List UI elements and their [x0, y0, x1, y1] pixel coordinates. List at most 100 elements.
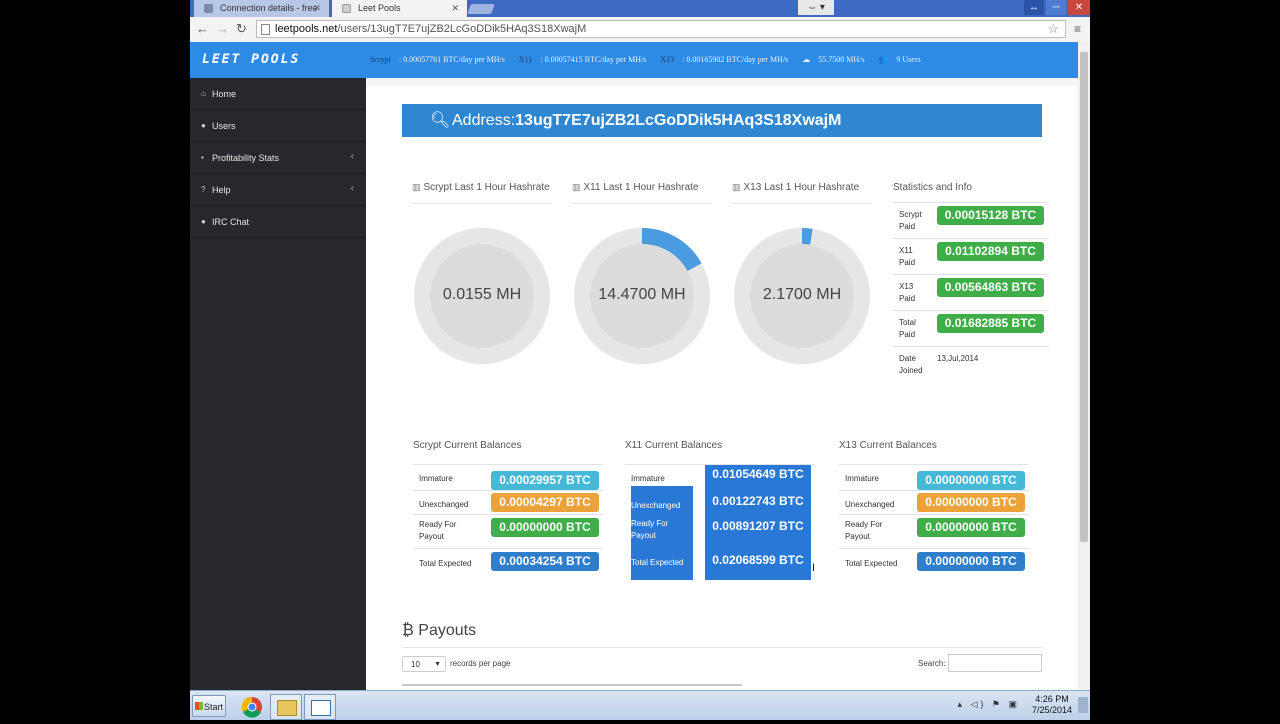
balance-label: Immature	[419, 474, 453, 483]
close-tab-icon[interactable]: ✕	[451, 0, 459, 17]
text-cursor-icon: I	[812, 562, 816, 574]
stat-row-x11-paid: X11 Paid 0.01102894 BTC	[893, 238, 1049, 275]
records-per-page-label: records per page	[450, 659, 511, 668]
balance-row-total-expected: Total Expected 0.02068599 BTC	[625, 548, 815, 574]
bookmark-star-icon[interactable]: ☆	[1047, 21, 1059, 37]
window-app-taskbar-icon[interactable]	[304, 694, 336, 720]
page-scrollbar[interactable]	[1078, 42, 1090, 690]
balance-row-unexchanged: Unexchanged 0.00000000 BTC	[839, 490, 1029, 515]
browser-tab-connection-details[interactable]: Connection details - free ✕	[194, 0, 329, 17]
balance-row-immature: Immature 0.01054649 BTC	[625, 464, 815, 491]
stat-value-badge: 0.00015128 BTC	[937, 206, 1044, 225]
close-window-icon[interactable]: ✕	[1068, 0, 1090, 15]
sidebar-item-help[interactable]: ? Help ‹	[190, 174, 366, 206]
balance-label: Unexchanged	[631, 501, 681, 510]
restore-window-icon[interactable]: ↔	[1024, 0, 1044, 15]
balance-row-unexchanged: Unexchanged 0.00004297 BTC	[413, 490, 603, 515]
url-text: leetpools.net/users/13ugT7E7ujZB2LcGoDDi…	[275, 23, 587, 35]
system-tray-icons[interactable]: ▴ ◁) ⚑ ▣	[957, 699, 1020, 710]
horizontal-scrollbar[interactable]	[402, 682, 1042, 688]
stat-value-badge: 0.01682885 BTC	[937, 314, 1044, 333]
balance-label: Total Expected	[419, 559, 472, 568]
window-switcher-icon[interactable]: ⇔ ▾	[798, 0, 834, 15]
sidebar-item-irc-chat[interactable]: ● IRC Chat	[190, 206, 366, 238]
bar-chart-icon: ▥	[732, 182, 741, 192]
chrome-menu-icon[interactable]: ≡	[1074, 20, 1081, 38]
balance-label: Unexchanged	[845, 500, 895, 509]
page-favicon-icon	[204, 4, 213, 13]
clock[interactable]: 4:26 PM 7/25/2014	[1032, 694, 1072, 716]
stat-value-badge: 0.00564863 BTC	[937, 278, 1044, 297]
gauge-fill-arc	[801, 228, 813, 245]
forward-arrow-icon[interactable]: →	[216, 20, 229, 38]
gauge-value: 0.0155 MH	[442, 286, 522, 303]
chevron-left-icon: ‹	[350, 151, 354, 162]
gauge-title-x11: ▥ X11 Last 1 Hour Hashrate	[572, 182, 699, 193]
balance-label: Total Expected	[631, 558, 684, 567]
sidebar-item-home[interactable]: ⌂ Home	[190, 78, 366, 110]
balance-row-immature: Immature 0.00029957 BTC	[413, 464, 603, 491]
balance-value-badge: 0.00004297 BTC	[491, 493, 599, 512]
search-input[interactable]	[948, 654, 1042, 672]
search-label: Search:	[918, 659, 946, 668]
balance-value-badge: 0.01054649 BTC	[705, 465, 811, 484]
divider	[732, 203, 872, 204]
scroll-thumb[interactable]	[402, 684, 742, 686]
stat-x13: X13 : 0.00165902 BTC/day per MH/s	[660, 55, 789, 64]
address-label: Address:	[452, 112, 516, 129]
balance-row-unexchanged: Unexchanged 0.00122743 BTC	[625, 490, 815, 514]
stat-label: Total Paid	[899, 318, 916, 339]
sidebar-item-users[interactable]: ● Users	[190, 110, 366, 142]
bar-chart-icon: ▥	[572, 182, 581, 192]
show-desktop-button[interactable]	[1078, 697, 1088, 713]
file-explorer-taskbar-icon[interactable]	[270, 694, 302, 720]
new-tab-button[interactable]	[467, 4, 495, 14]
home-icon: ⌂	[201, 89, 206, 98]
site-logo[interactable]: LEET POOLS	[202, 52, 300, 67]
stat-row-x13-paid: X13 Paid 0.00564863 BTC	[893, 274, 1049, 311]
page-icon	[261, 24, 270, 35]
divider	[412, 203, 552, 204]
tab-title: Leet Pools	[358, 3, 401, 13]
start-button[interactable]: Start	[192, 695, 226, 717]
caret-down-icon: ▼	[434, 661, 441, 668]
balance-value-badge: 0.00000000 BTC	[917, 552, 1025, 571]
browser-tab-strip: Connection details - free ✕ Leet Pools ✕…	[190, 0, 1090, 17]
scroll-thumb[interactable]	[1080, 52, 1088, 542]
balance-value-badge: 0.00034254 BTC	[491, 552, 599, 571]
balance-value-badge: 0.00000000 BTC	[917, 471, 1025, 490]
sidebar-item-label: IRC Chat	[212, 217, 250, 227]
wallet-address[interactable]: 13ugT7E7ujZB2LcGoDDik5HAq3S18XwajM	[515, 112, 841, 129]
user-panel: 🔍︎ Address:13ugT7E7ujZB2LcGoDDik5HAq3S18…	[366, 86, 1078, 690]
stat-label: Scrypt Paid	[899, 210, 922, 231]
payouts-heading: ₿ Payouts	[402, 622, 477, 639]
browser-tab-leet-pools[interactable]: Leet Pools ✕	[332, 0, 467, 17]
briefcase-icon: ▪	[201, 153, 204, 162]
balance-label: Ready For Payout	[419, 520, 457, 541]
records-per-page-select[interactable]: 10 ▼	[402, 656, 446, 672]
gauge-title-x13: ▥ X13 Last 1 Hour Hashrate	[732, 182, 860, 193]
balance-value-badge: 0.00122743 BTC	[705, 492, 811, 511]
stat-hashrate: ☁ 55.7500 MH/s	[802, 55, 865, 64]
sidebar-item-label: Home	[212, 89, 237, 99]
balance-value-badge: 0.00029957 BTC	[491, 471, 599, 490]
stats-info-title: Statistics and Info	[893, 182, 972, 193]
chrome-taskbar-icon[interactable]	[236, 694, 268, 720]
close-tab-icon[interactable]: ✕	[313, 0, 321, 17]
gauge-value: 2.1700 MH	[762, 286, 842, 303]
balance-value-badge: 0.00000000 BTC	[917, 493, 1025, 512]
reload-icon[interactable]: ↻	[236, 20, 247, 38]
key-icon: 🔍︎	[430, 112, 451, 129]
minimize-window-icon[interactable]: ─	[1046, 0, 1066, 15]
users-icon: ●	[201, 121, 206, 130]
sidebar: ⌂ Home ● Users ▪ Profitability Stats ‹ ?…	[190, 78, 366, 690]
tab-title: Connection details - free	[220, 3, 318, 13]
address-bar[interactable]: leetpools.net/users/13ugT7E7ujZB2LcGoDDi…	[256, 20, 1066, 38]
back-arrow-icon[interactable]: ←	[196, 20, 209, 38]
gauge-scrypt-hashrate: 0.0155 MH	[414, 228, 550, 364]
balance-label: Ready For Payout	[631, 519, 669, 540]
balance-row-total-expected: Total Expected 0.00034254 BTC	[413, 548, 603, 575]
balance-label: Unexchanged	[419, 500, 469, 509]
sidebar-item-profitability-stats[interactable]: ▪ Profitability Stats ‹	[190, 142, 366, 174]
balance-label: Immature	[631, 474, 665, 483]
